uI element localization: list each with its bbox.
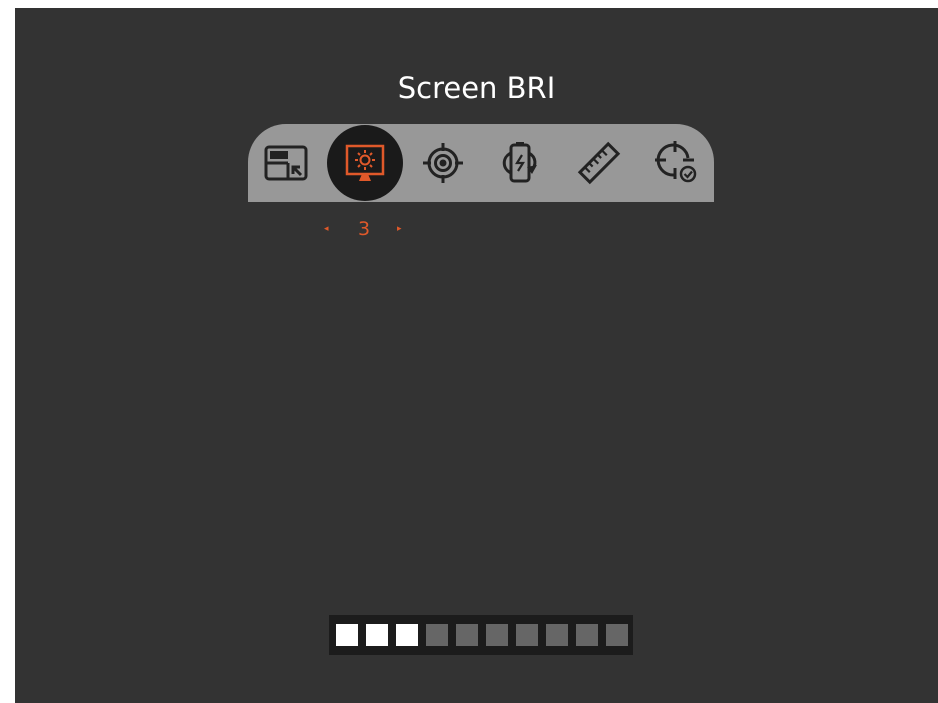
page-title: Screen BRI — [397, 71, 556, 105]
level-segment — [606, 624, 628, 646]
picture-in-picture-icon — [264, 145, 308, 181]
menu-bar — [248, 124, 714, 202]
level-segment — [426, 624, 448, 646]
level-segment — [366, 624, 388, 646]
menu-item-picture-in-picture[interactable] — [248, 124, 326, 202]
device-screen: Screen BRI ◂ 3 ▸ — [15, 8, 938, 703]
target-icon — [423, 143, 463, 183]
value-selector: ◂ 3 ▸ — [320, 218, 410, 240]
menu-item-battery-rotate[interactable] — [482, 124, 560, 202]
menu-item-crosshair-check[interactable] — [638, 124, 716, 202]
level-segment — [396, 624, 418, 646]
increase-arrow-icon[interactable]: ▸ — [397, 218, 402, 240]
level-segment — [546, 624, 568, 646]
level-segment — [486, 624, 508, 646]
level-segment — [516, 624, 538, 646]
screen-brightness-icon — [345, 144, 385, 181]
selected-value: 3 — [357, 218, 371, 240]
level-segment — [336, 624, 358, 646]
menu-item-target[interactable] — [404, 124, 482, 202]
battery-charging-rotate-icon — [502, 142, 537, 183]
ruler-icon — [577, 141, 621, 185]
crosshair-check-icon — [655, 141, 697, 183]
decrease-arrow-icon[interactable]: ◂ — [324, 218, 329, 240]
level-segment — [456, 624, 478, 646]
menu-item-ruler[interactable] — [560, 124, 638, 202]
menu-item-screen-brightness[interactable] — [326, 124, 404, 202]
level-segment — [576, 624, 598, 646]
brightness-level-bar — [329, 615, 633, 655]
